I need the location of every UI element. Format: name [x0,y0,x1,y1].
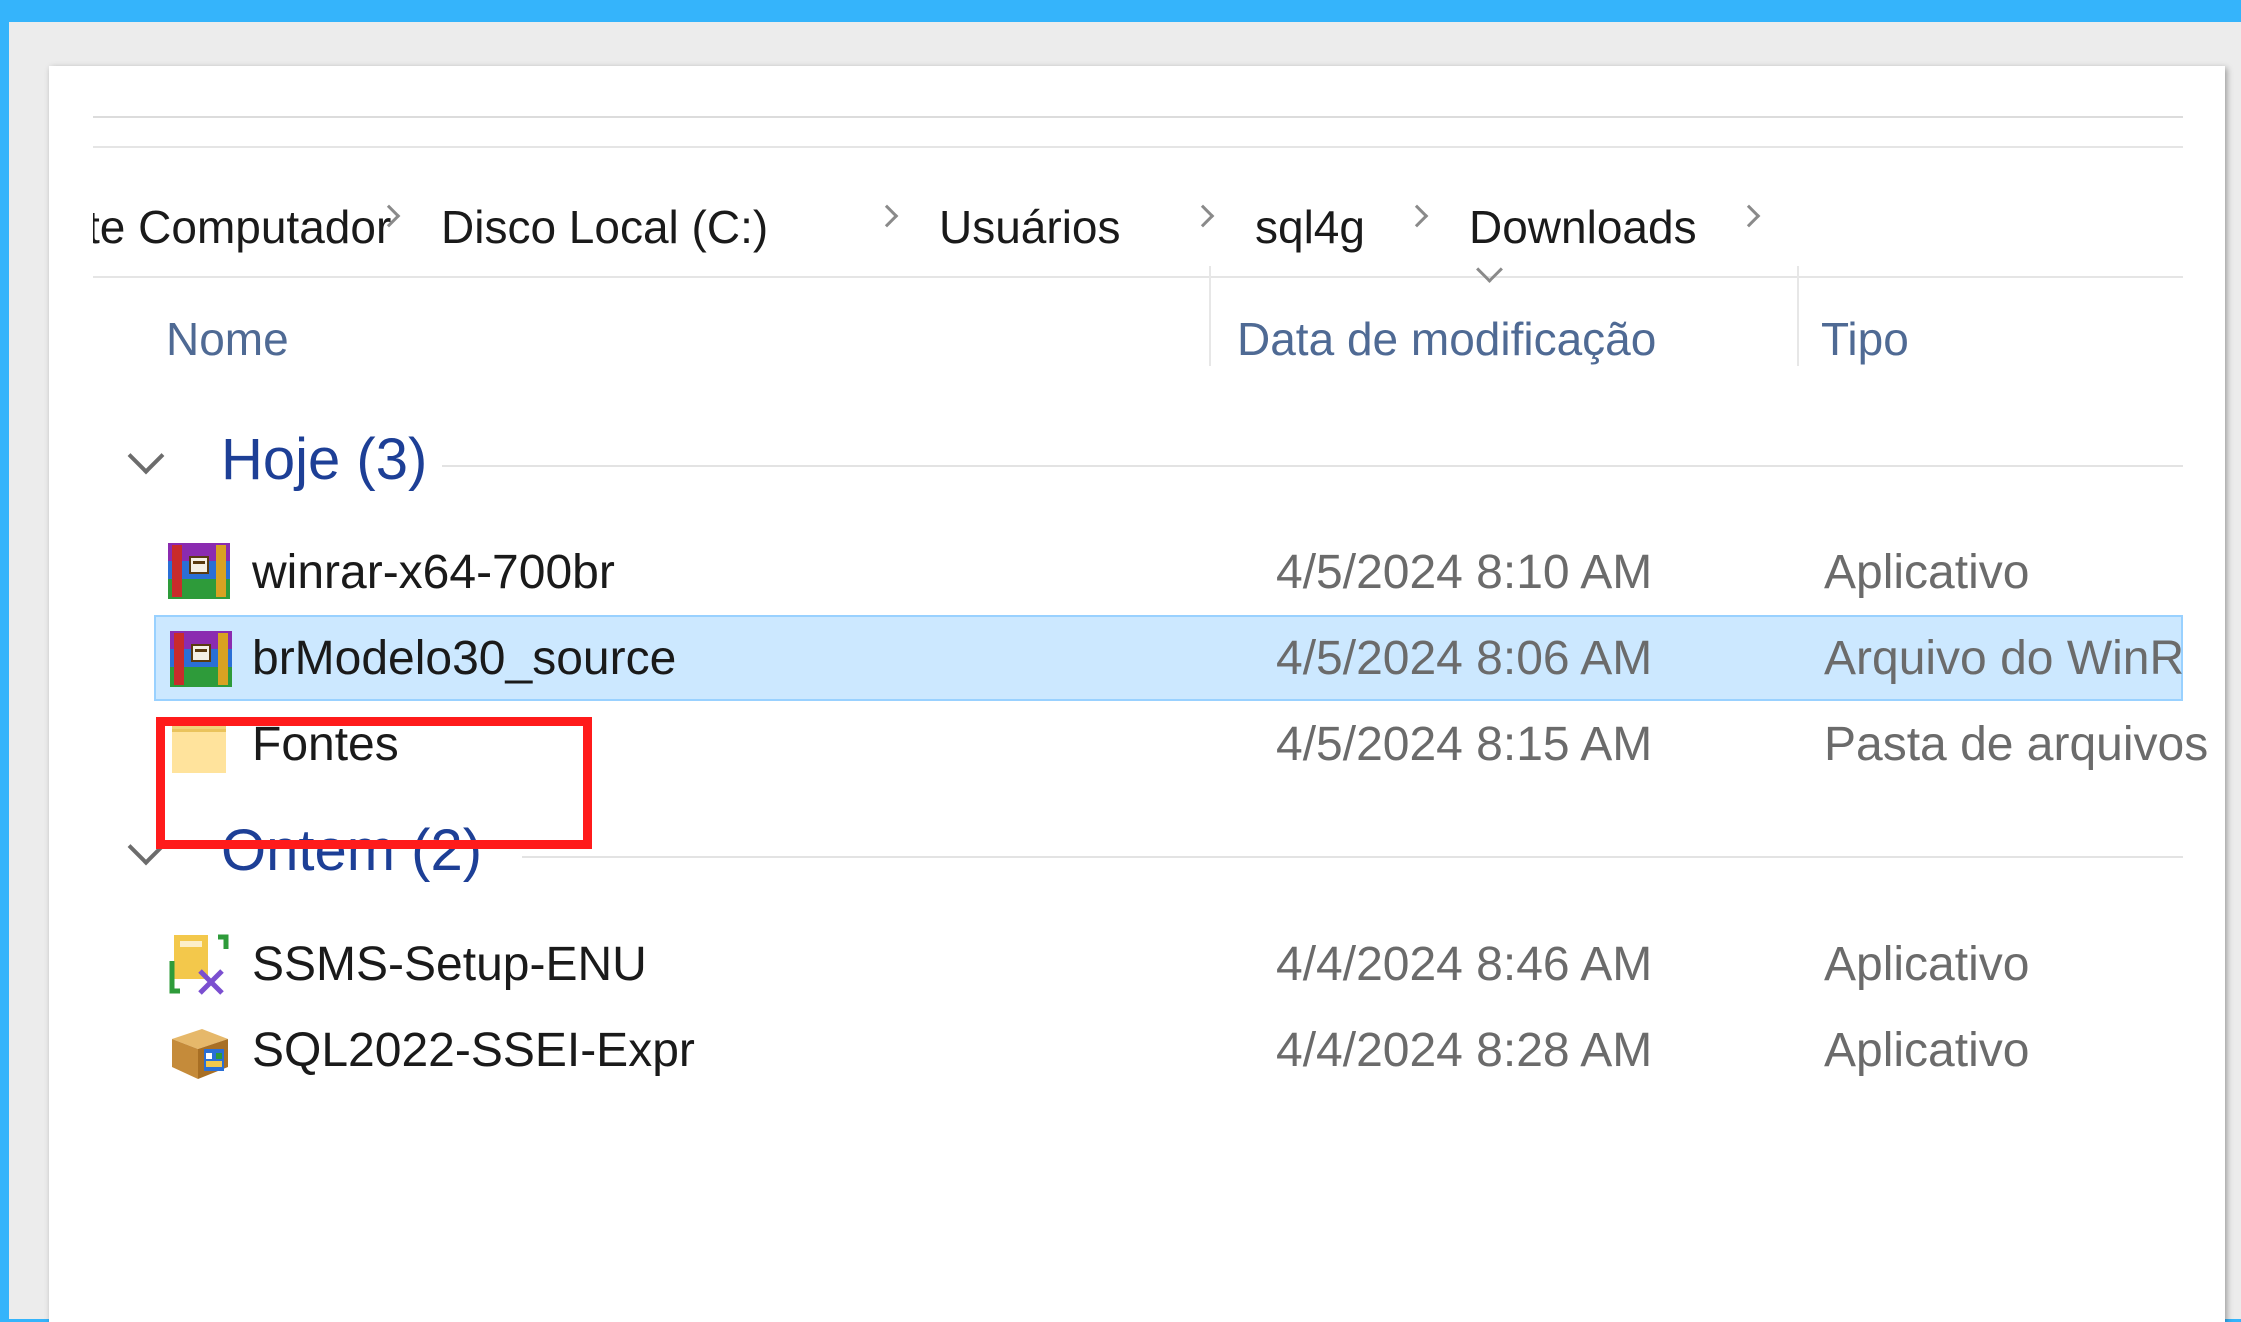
file-date: 4/5/2024 8:06 AM [1276,632,1653,685]
file-type: Aplicativo [1824,546,2030,599]
column-header-name[interactable]: Nome [166,316,289,362]
file-explorer-window: te Computador Disco Local (C:) Usuários … [49,66,2225,1322]
file-type: Aplicativo [1824,938,2030,991]
column-divider[interactable] [1209,266,1211,366]
file-date: 4/5/2024 8:15 AM [1276,718,1653,771]
highlight-annotation-box [156,717,592,849]
group-label: Hoje (3) [221,427,428,492]
breadcrumb-item-computer[interactable]: te Computador [93,204,391,250]
column-divider[interactable] [1797,266,1799,366]
file-name[interactable]: winrar-x64-700br [252,549,615,597]
breadcrumb-item-users[interactable]: Usuários [939,204,1121,250]
column-header-date[interactable]: Data de modificação [1237,316,1656,362]
screenshot-frame: te Computador Disco Local (C:) Usuários … [9,22,2241,1322]
file-row[interactable]: winrar-x64-700br 4/5/2024 8:10 AM Aplica… [154,529,2183,615]
file-row[interactable]: SQL2022-SSEI-Expr 4/4/2024 8:28 AM Aplic… [154,1007,2183,1093]
breadcrumb-chevron-icon[interactable] [1737,204,1761,228]
file-date: 4/5/2024 8:10 AM [1276,546,1653,599]
group-divider [442,465,2183,467]
winrar-icon [168,543,230,599]
toolbar-divider [93,116,2183,118]
sql-installer-icon [172,1029,228,1079]
file-type: Aplicativo [1824,1024,2030,1077]
file-name[interactable]: SQL2022-SSEI-Expr [252,1027,695,1075]
address-bar[interactable]: te Computador Disco Local (C:) Usuários … [93,146,2183,278]
file-name[interactable]: brModelo30_source [252,635,676,683]
file-date: 4/4/2024 8:46 AM [1276,938,1653,991]
group-header-today[interactable]: Hoje (3) [117,431,2183,501]
group-divider [522,856,2183,858]
file-type: Arquivo do WinR [1824,632,2185,685]
file-type: Pasta de arquivos [1824,718,2209,771]
file-row[interactable]: SSMS-Setup-ENU 4/4/2024 8:46 AM Aplicati… [154,921,2183,1007]
winrar-archive-icon [170,631,232,687]
file-name[interactable]: SSMS-Setup-ENU [252,941,647,989]
breadcrumb-item-downloads[interactable]: Downloads [1469,204,1697,250]
chevron-down-icon[interactable] [127,437,165,475]
file-date: 4/4/2024 8:28 AM [1276,1024,1653,1077]
breadcrumb-item-user[interactable]: sql4g [1255,204,1365,250]
column-header-type[interactable]: Tipo [1821,316,1909,362]
breadcrumb-chevron-icon[interactable] [875,204,899,228]
breadcrumb-item-local-disk[interactable]: Disco Local (C:) [441,204,768,250]
breadcrumb-chevron-icon[interactable] [1405,204,1429,228]
breadcrumb-chevron-icon[interactable] [1191,204,1215,228]
file-row-selected[interactable]: brModelo30_source 4/5/2024 8:06 AM Arqui… [154,615,2185,701]
ssms-installer-icon [169,934,229,995]
